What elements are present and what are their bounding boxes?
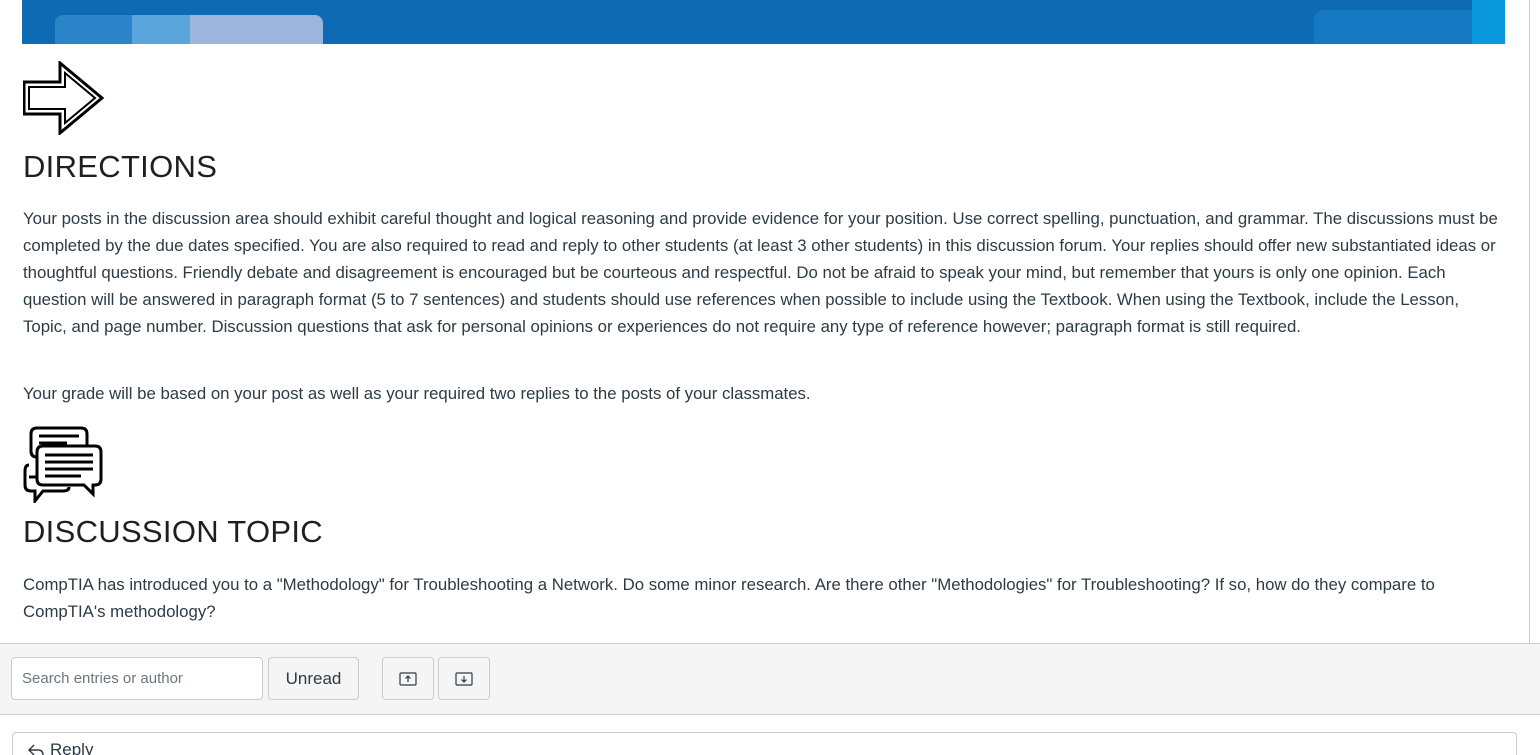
banner-shape	[55, 15, 135, 44]
search-entries-input[interactable]	[11, 657, 263, 700]
banner-shape	[132, 15, 192, 44]
reply-arrow-icon	[28, 744, 44, 755]
discussion-toolbar: Unread	[0, 643, 1540, 715]
directions-heading: DIRECTIONS	[23, 149, 218, 184]
collapse-all-button[interactable]	[382, 657, 434, 700]
arrow-right-icon	[23, 61, 105, 135]
reply-button[interactable]: Reply	[27, 740, 93, 755]
banner-shape	[1314, 10, 1474, 44]
banner-shape	[1472, 0, 1505, 44]
discussion-page: DIRECTIONS Your posts in the discussion …	[0, 0, 1540, 755]
content-divider	[1529, 0, 1530, 643]
collapse-all-icon	[399, 671, 417, 686]
grading-paragraph: Your grade will be based on your post as…	[23, 384, 811, 403]
chat-bubbles-icon	[23, 426, 103, 503]
reply-label: Reply	[50, 740, 94, 755]
expand-all-button[interactable]	[438, 657, 490, 700]
discussion-topic-paragraph: CompTIA has introduced you to a "Methodo…	[23, 575, 1435, 621]
header-banner	[22, 0, 1505, 44]
banner-shape	[190, 15, 323, 44]
unread-filter-button[interactable]: Unread	[268, 657, 359, 700]
expand-all-icon	[455, 671, 473, 686]
reply-bar: Reply	[12, 732, 1517, 755]
discussion-topic-heading: DISCUSSION TOPIC	[23, 514, 323, 549]
directions-paragraph: Your posts in the discussion area should…	[23, 209, 1498, 336]
